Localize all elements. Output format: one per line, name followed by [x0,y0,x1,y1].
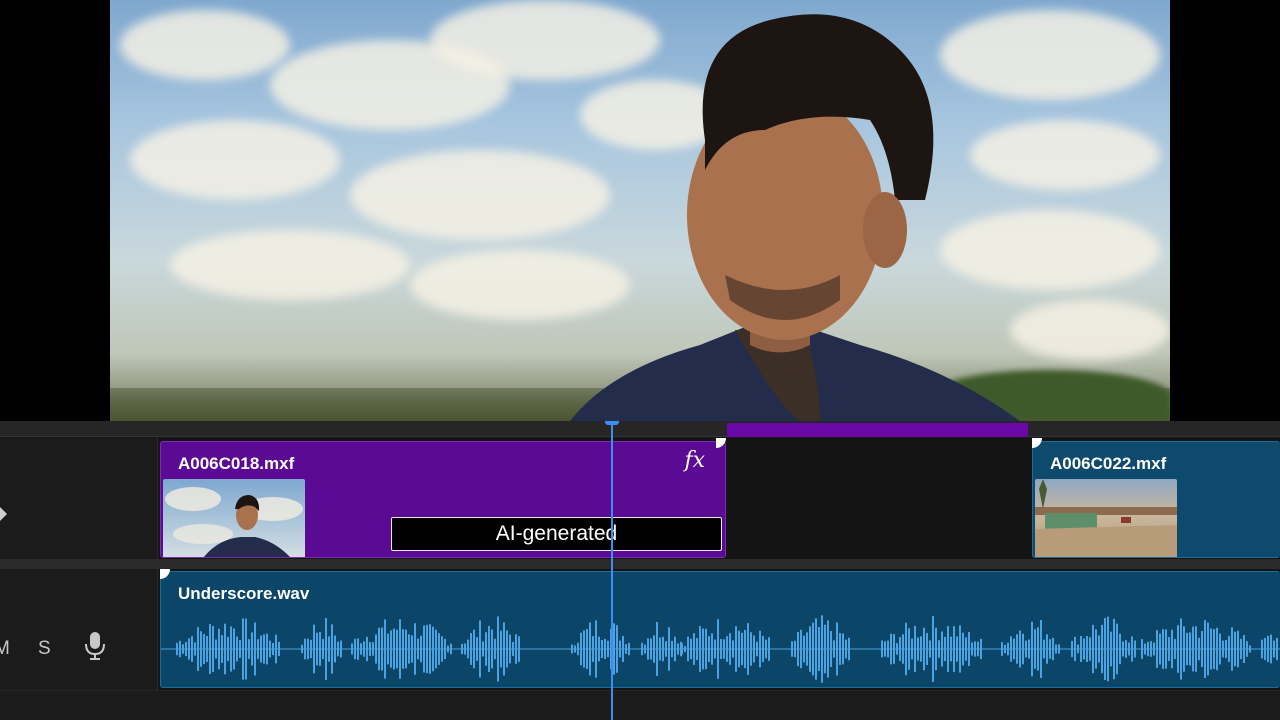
program-monitor [0,0,1280,421]
solo-button[interactable]: S [38,638,51,660]
clip-thumbnail [163,479,305,558]
track-headers: M S [0,438,158,720]
video-clip[interactable]: A006C022.mxf [1032,441,1280,558]
clip-thumbnail [1035,479,1177,558]
subject-figure [550,0,1170,421]
empty-track-lane[interactable] [0,690,1280,720]
mute-button[interactable]: M [0,638,10,660]
video-clip-ai[interactable]: A006C018.mxf fx AI-generated [160,441,726,558]
ai-generated-range-bar [727,423,1028,437]
audio-clip[interactable]: Underscore.wav [160,571,1280,688]
timeline-ruler[interactable] [0,421,1280,437]
clip-name: A006C022.mxf [1050,454,1166,474]
track-divider [0,559,1280,569]
clip-name: Underscore.wav [178,584,309,604]
ai-generated-label: AI-generated [391,517,722,551]
audio-waveform [161,612,1280,686]
video-frame [110,0,1170,421]
collapse-arrow-icon[interactable] [0,507,7,521]
timeline-panel: M S A006C018.mxf fx AI-generated [0,421,1280,720]
microphone-icon[interactable] [84,631,106,661]
clip-name: A006C018.mxf [178,454,294,474]
playhead[interactable] [611,421,613,720]
playhead-handle[interactable] [605,421,619,425]
fx-icon[interactable]: fx [684,448,705,473]
